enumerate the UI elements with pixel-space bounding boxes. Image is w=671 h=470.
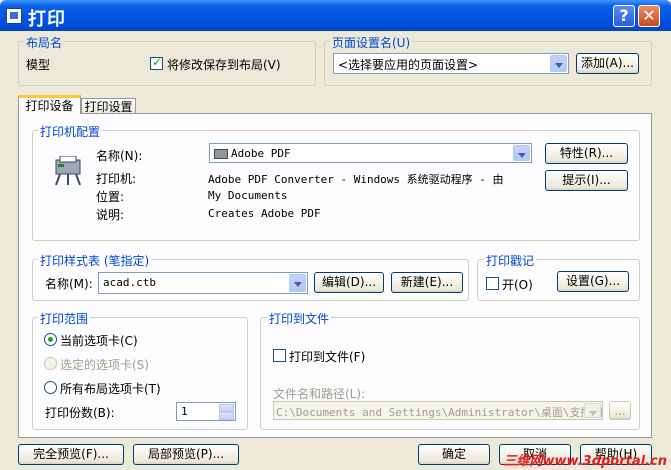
chevron-down-icon[interactable] xyxy=(513,145,530,161)
close-icon[interactable]: ✕ xyxy=(638,5,660,27)
plot-to-file-legend: 打印到文件 xyxy=(267,310,332,327)
new-style-button[interactable]: 新建(E)... xyxy=(391,272,463,293)
browse-button[interactable]: ... xyxy=(609,401,631,420)
page-setup-selected: <选择要应用的页面设置> xyxy=(338,58,479,72)
path-label: 文件名和路径(L): xyxy=(273,387,366,401)
plot-range-legend: 打印范围 xyxy=(38,310,91,327)
plot-stamp-legend: 打印戳记 xyxy=(484,252,537,269)
properties-button[interactable]: 特性(R)... xyxy=(545,143,628,164)
partial-preview-button[interactable]: 局部预览(P)... xyxy=(133,444,239,465)
help-icon[interactable]: ? xyxy=(613,5,635,27)
edit-style-button[interactable]: 编辑(D)... xyxy=(314,272,384,293)
printer-config-legend: 打印机配置 xyxy=(38,123,103,140)
plot-style-value: acad.ctb xyxy=(103,276,156,289)
page-setup-legend: 页面设置名(U) xyxy=(330,34,413,51)
tab-plot-device[interactable]: 打印设备 xyxy=(18,95,81,114)
chevron-down-icon[interactable] xyxy=(550,55,567,72)
pdf-printer-icon xyxy=(214,148,228,159)
spin-up-icon[interactable] xyxy=(219,404,234,412)
location-value: My Documents xyxy=(208,189,288,202)
radio-all-layout-tabs[interactable] xyxy=(44,381,57,394)
description-label: 说明: xyxy=(96,208,125,222)
copies-label: 打印份数(B): xyxy=(45,406,115,420)
plot-stamp-on-label[interactable]: 开(O) xyxy=(502,276,533,293)
window-title: 打印 xyxy=(28,9,66,30)
description-value: Creates Adobe PDF xyxy=(208,207,321,220)
selected-tabs-label[interactable]: 选定的选项卡(S) xyxy=(60,356,149,373)
watermark: 三维网www.3dportal.cn xyxy=(503,454,667,469)
path-value: C:\Documents and Settings\Administrator\… xyxy=(276,406,603,419)
plot-to-file-checkbox[interactable] xyxy=(273,349,286,362)
current-tab-label[interactable]: 当前选项卡(C) xyxy=(60,332,138,349)
printer-name-select[interactable]: Adobe PDF xyxy=(209,143,532,163)
printer-name-value: Adobe PDF xyxy=(214,146,291,160)
full-preview-button[interactable]: 完全预览(F)... xyxy=(18,444,124,465)
hints-button[interactable]: 提示(I)... xyxy=(545,170,628,191)
all-layout-tabs-label[interactable]: 所有布局选项卡(T) xyxy=(60,380,161,397)
page-setup-select[interactable]: <选择要应用的页面设置> xyxy=(333,53,569,74)
chevron-down-icon[interactable] xyxy=(584,403,601,418)
copies-value: 1 xyxy=(181,405,188,418)
printer-value: Adobe PDF Converter - Windows 系统驱动程序 - 由 xyxy=(208,173,504,186)
copies-stepper[interactable]: 1 xyxy=(176,402,236,421)
spin-down-icon[interactable] xyxy=(219,412,234,420)
path-select[interactable]: C:\Documents and Settings\Administrator\… xyxy=(273,401,603,420)
app-icon xyxy=(6,8,22,24)
location-label: 位置: xyxy=(96,190,125,204)
layout-name-value: 模型 xyxy=(26,58,51,72)
tab-plot-settings[interactable]: 打印设置 xyxy=(81,98,136,114)
radio-selected-tabs[interactable] xyxy=(44,357,57,370)
ok-button[interactable]: 确定 xyxy=(418,444,490,465)
printer-name-label: 名称(N): xyxy=(96,149,143,163)
save-changes-checkbox[interactable] xyxy=(150,55,163,70)
title-bar[interactable]: 打印 ? ✕ xyxy=(0,0,671,31)
plot-to-file-label[interactable]: 打印到文件(F) xyxy=(289,348,365,365)
printer-label: 打印机: xyxy=(96,172,137,186)
printer-icon xyxy=(52,155,84,186)
plot-stamp-on-checkbox[interactable] xyxy=(486,277,499,290)
plot-style-name-label: 名称(M): xyxy=(45,277,93,291)
plot-stamp-settings-button[interactable]: 设置(G)... xyxy=(557,271,629,292)
plot-style-legend: 打印样式表 (笔指定) xyxy=(38,252,152,269)
plot-style-select[interactable]: acad.ctb xyxy=(98,272,308,294)
radio-current-tab[interactable] xyxy=(44,333,57,346)
save-changes-label[interactable]: 将修改保存到布局(V) xyxy=(167,56,281,73)
add-page-setup-button[interactable]: 添加(A)... xyxy=(576,53,639,74)
chevron-down-icon[interactable] xyxy=(289,274,306,292)
layout-name-legend: 布局名 xyxy=(24,34,65,51)
